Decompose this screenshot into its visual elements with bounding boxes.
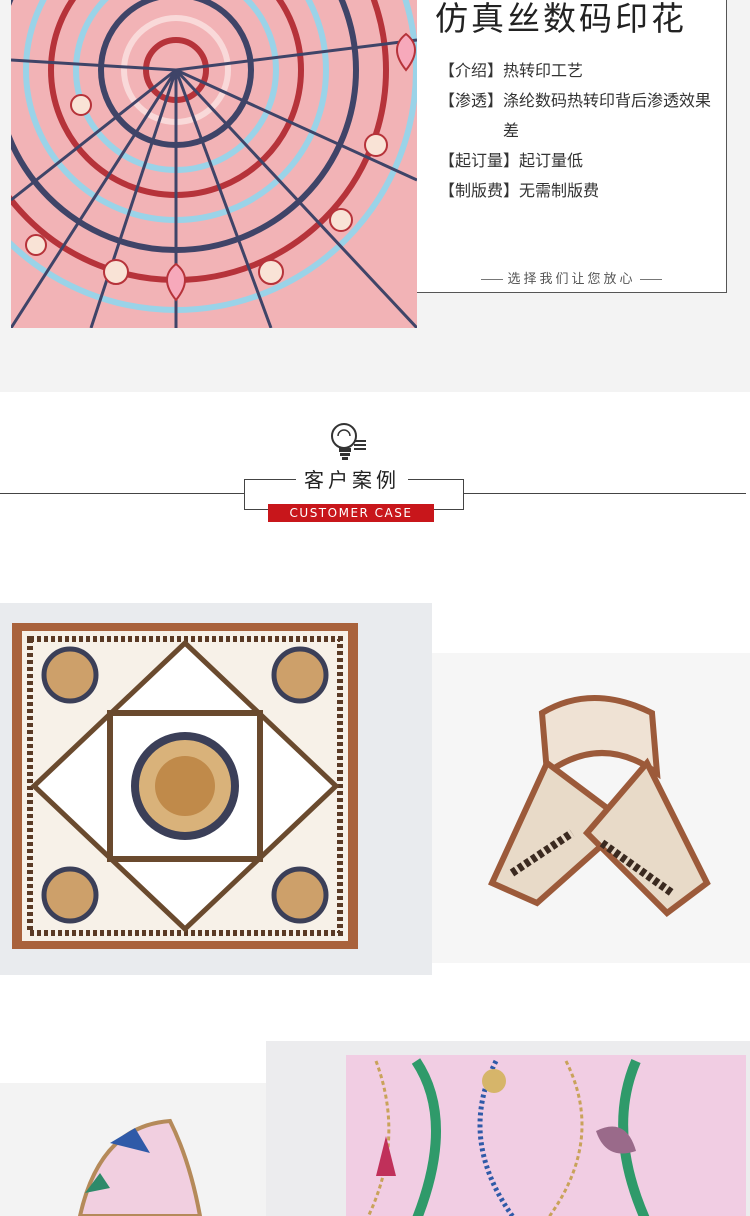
trust-tagline: 选择我们让您放心 (417, 268, 726, 287)
product-section: 仿真丝数码印花 【介绍】 热转印工艺 【渗透】 涤纶数码热转印背后渗透效果差 【… (0, 0, 750, 392)
divider (639, 279, 662, 280)
case-photo-tied-scarf (432, 653, 750, 963)
spec-row: 【制版费】 无需制版费 (439, 176, 725, 206)
product-pattern-image (11, 0, 417, 328)
spec-value: 无需制版费 (519, 181, 600, 200)
spec-value: 涤纶数码热转印背后渗透效果差 (503, 91, 712, 140)
product-info-panel: 仿真丝数码印花 【介绍】 热转印工艺 【渗透】 涤纶数码热转印背后渗透效果差 【… (417, 0, 727, 293)
lightbulb-icon (328, 420, 372, 464)
case-photo-pink-chain-scarf (266, 1041, 750, 1216)
case-photo-pink-tied-scarf (0, 1083, 266, 1216)
divider (481, 279, 504, 280)
spec-value: 热转印工艺 (503, 61, 584, 80)
spec-key: 【起订量】 (439, 151, 520, 170)
section-subtitle-badge: CUSTOMER CASE (268, 504, 434, 522)
spec-key: 【制版费】 (439, 181, 520, 200)
product-title: 仿真丝数码印花 (435, 0, 687, 38)
spec-value: 起订量低 (519, 151, 584, 170)
spec-key: 【渗透】 (439, 91, 504, 110)
spec-row: 【介绍】 热转印工艺 (439, 56, 725, 86)
spec-row: 【起订量】 起订量低 (439, 146, 725, 176)
trust-tagline-text: 选择我们让您放心 (507, 272, 636, 287)
spec-row: 【渗透】 涤纶数码热转印背后渗透效果差 (439, 86, 725, 146)
product-spec-list: 【介绍】 热转印工艺 【渗透】 涤纶数码热转印背后渗透效果差 【起订量】 起订量… (439, 56, 725, 206)
case-photo-square-scarf (0, 603, 432, 975)
section-title: 客户案例 (296, 465, 408, 495)
spec-key: 【介绍】 (439, 61, 504, 80)
